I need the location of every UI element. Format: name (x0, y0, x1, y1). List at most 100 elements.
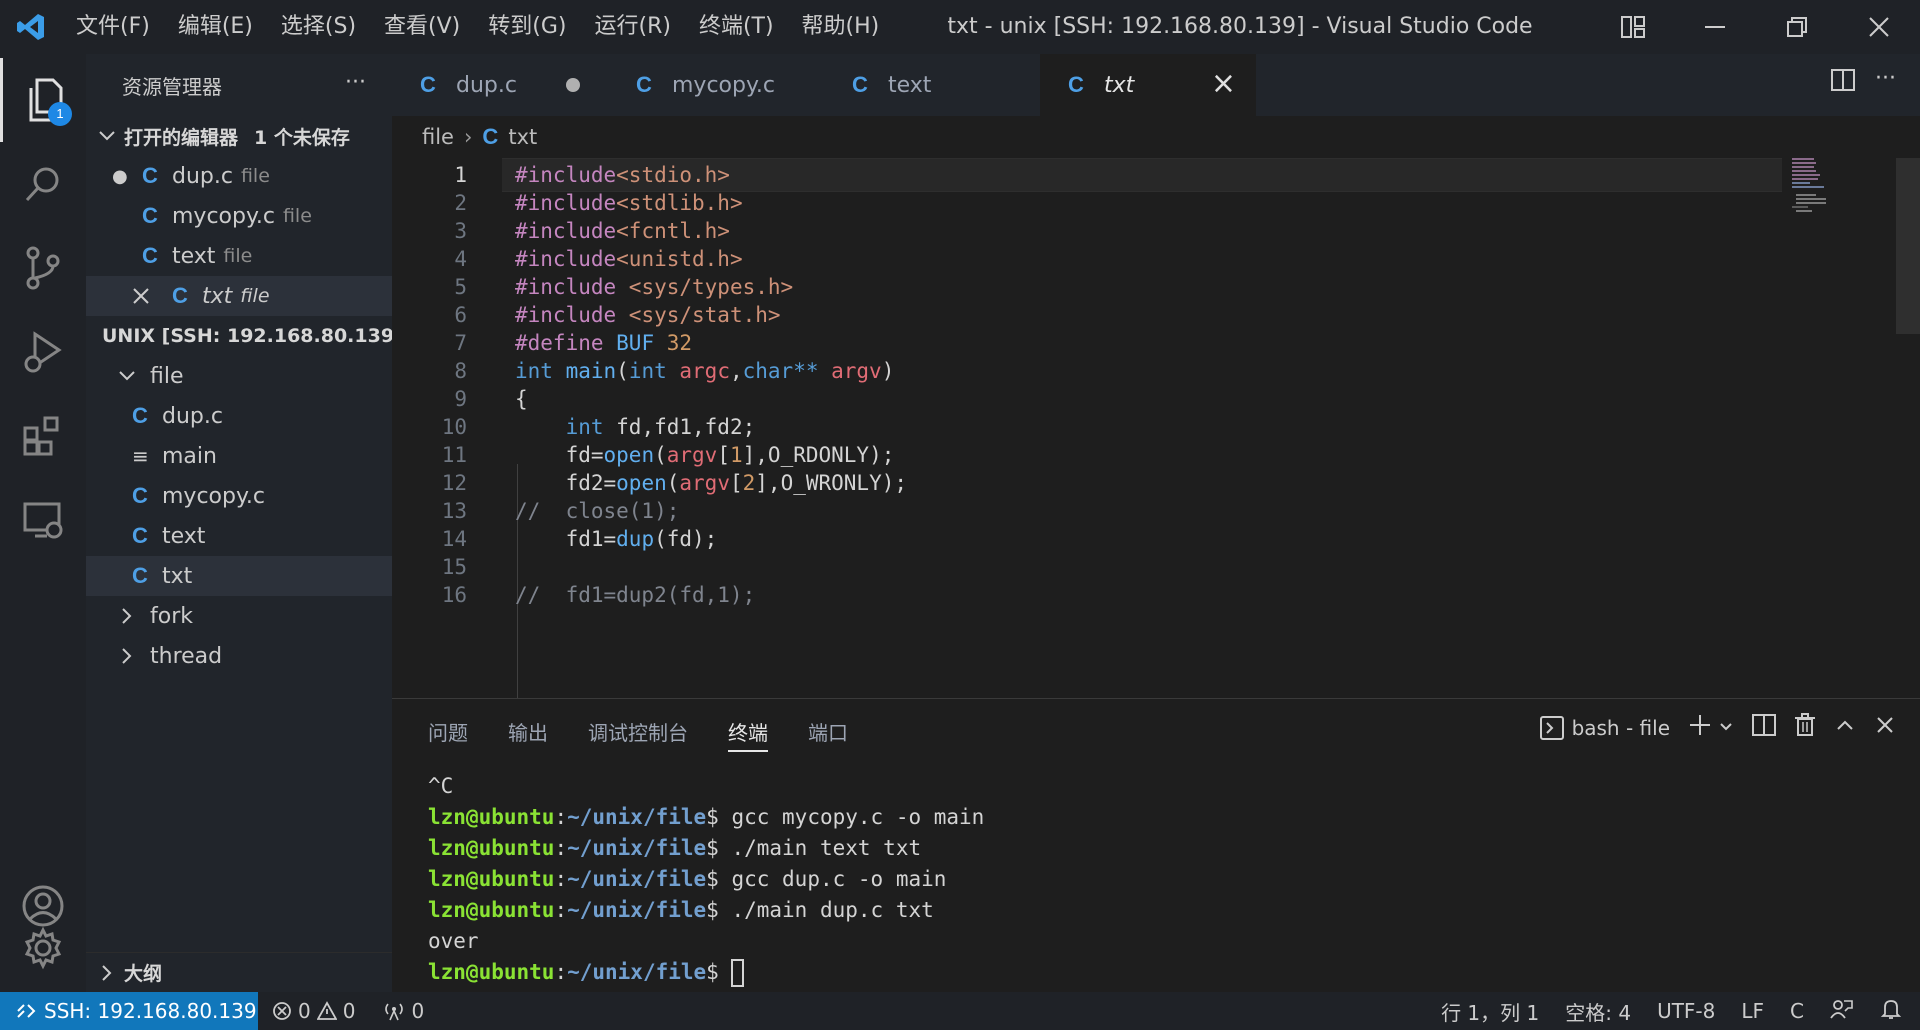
minimap[interactable] (1792, 158, 1828, 218)
terminal-name: bash - file (1571, 715, 1670, 740)
trash-icon[interactable] (1794, 713, 1816, 742)
line-number: 5 (454, 275, 467, 299)
file-item[interactable]: C text (86, 516, 392, 556)
menu-edit[interactable]: 编辑(E) (164, 0, 267, 54)
menu-view[interactable]: 查看(V) (370, 0, 474, 54)
close-tab-icon[interactable]: × (1211, 66, 1236, 101)
open-editors-section[interactable]: 打开的编辑器 1 个未保存 (86, 116, 392, 156)
breadcrumb-file[interactable]: txt (508, 125, 537, 149)
tab-txt[interactable]: C txt × (1040, 54, 1256, 116)
code-editor[interactable]: 1 #include<stdio.h> 2 #include<stdlib.h>… (392, 158, 1920, 698)
tab-debug-console[interactable]: 调试控制台 (588, 717, 688, 752)
layout-icon[interactable] (1592, 0, 1674, 54)
line-number: 3 (454, 219, 467, 243)
new-terminal-icon[interactable] (1688, 713, 1712, 742)
open-editor-item[interactable]: C mycopy.c file (86, 196, 392, 236)
menu-help[interactable]: 帮助(H) (788, 0, 894, 54)
menu-selection[interactable]: 选择(S) (267, 0, 370, 54)
restore-icon[interactable] (1756, 0, 1838, 54)
unsaved-dot-icon[interactable] (566, 78, 580, 92)
c-file-icon: C (132, 403, 148, 428)
file-name: dup.c (162, 403, 223, 429)
terminal-cursor (731, 959, 745, 987)
terminal-line: lzn@ubuntu:~/unix/file$ ./main dup.c txt (428, 898, 934, 922)
folder-item[interactable]: thread (86, 636, 392, 676)
c-file-icon: C (482, 124, 499, 149)
open-editor-name: mycopy.c (172, 203, 275, 229)
encoding[interactable]: UTF-8 (1657, 999, 1715, 1023)
close-panel-icon[interactable] (1874, 714, 1896, 741)
terminal-selector[interactable]: bash - file (1539, 715, 1670, 740)
tab-label: text (888, 72, 932, 98)
workspace-section[interactable]: UNIX [SSH: 192.168.80.139] (86, 316, 403, 356)
remote-explorer-icon[interactable] (0, 478, 86, 562)
editor-actions: ··· (1831, 68, 1896, 96)
open-editor-item[interactable]: C text file (86, 236, 392, 276)
tab-ports[interactable]: 端口 (808, 717, 848, 752)
close-icon[interactable] (132, 285, 172, 307)
terminal-output[interactable]: ^C lzn@ubuntu:~/unix/file$ gcc mycopy.c … (428, 771, 984, 988)
file-item-selected[interactable]: C txt (86, 556, 392, 596)
extensions-icon[interactable] (0, 394, 86, 478)
more-actions-icon[interactable]: ··· (345, 70, 366, 95)
line-number: 9 (454, 387, 467, 411)
source-control-icon[interactable] (0, 226, 86, 310)
tab-problems[interactable]: 问题 (428, 717, 468, 752)
menu-go[interactable]: 转到(G) (474, 0, 580, 54)
file-item[interactable]: ≡ main (86, 436, 392, 476)
settings-gear-icon[interactable] (0, 906, 86, 990)
activity-bar: 1 (0, 54, 86, 992)
open-editor-item-active[interactable]: C txt file (86, 276, 392, 316)
tab-label: txt (1104, 72, 1135, 98)
open-editor-name: text (172, 243, 216, 269)
open-editor-item[interactable]: ● C dup.c file (86, 156, 392, 196)
indentation[interactable]: 空格: 4 (1565, 997, 1631, 1026)
chevron-right-icon (122, 648, 132, 664)
search-icon[interactable] (0, 142, 86, 226)
explorer-icon[interactable]: 1 (0, 58, 86, 142)
minimize-icon[interactable] (1674, 0, 1756, 54)
run-debug-icon[interactable] (0, 310, 86, 394)
bell-icon[interactable] (1880, 998, 1902, 1025)
folder-item[interactable]: file (86, 356, 392, 396)
tab-output[interactable]: 输出 (508, 717, 548, 752)
explorer-sidebar: 资源管理器 ··· 打开的编辑器 1 个未保存 ● C dup.c file C… (86, 54, 403, 992)
split-editor-icon[interactable] (1831, 68, 1856, 96)
menu-run[interactable]: 运行(R) (580, 0, 684, 54)
folder-name: file (150, 363, 184, 389)
ports-indicator[interactable]: 0 (369, 999, 438, 1023)
split-terminal-icon[interactable] (1752, 713, 1776, 742)
ports-count: 0 (411, 999, 425, 1023)
c-file-icon: C (132, 483, 148, 508)
file-item[interactable]: C dup.c (86, 396, 392, 436)
window-controls (1592, 0, 1920, 54)
open-editor-desc: file (240, 165, 270, 187)
tab-dup-c[interactable]: C dup.c (392, 54, 608, 116)
problems-indicator[interactable]: 0 0 (258, 999, 369, 1023)
line-number: 4 (454, 247, 467, 271)
language-mode[interactable]: C (1790, 999, 1804, 1023)
status-right: 行 1，列 1 空格: 4 UTF-8 LF C (1441, 992, 1902, 1030)
line-number: 8 (454, 359, 467, 383)
end-of-line[interactable]: LF (1741, 999, 1764, 1023)
more-actions-icon[interactable]: ··· (1875, 68, 1896, 96)
feedback-icon[interactable] (1830, 998, 1854, 1025)
chevron-down-icon[interactable] (1718, 716, 1734, 740)
menu-file[interactable]: 文件(F) (62, 0, 164, 54)
tab-terminal[interactable]: 终端 (728, 717, 768, 752)
tab-text[interactable]: C text (824, 54, 1040, 116)
close-window-icon[interactable] (1838, 0, 1920, 54)
menu-terminal[interactable]: 终端(T) (685, 0, 788, 54)
outline-section[interactable]: 大纲 (86, 952, 392, 992)
remote-indicator[interactable]: SSH: 192.168.80.139 (0, 992, 258, 1030)
editor-scrollbar[interactable] (1896, 158, 1920, 334)
maximize-panel-icon[interactable] (1834, 714, 1856, 741)
tab-mycopy-c[interactable]: C mycopy.c (608, 54, 824, 116)
folder-item[interactable]: fork (86, 596, 392, 636)
breadcrumb-folder[interactable]: file (422, 125, 454, 149)
line-number: 10 (441, 415, 467, 439)
file-item[interactable]: C mycopy.c (86, 476, 392, 516)
chevron-right-icon (102, 964, 112, 981)
cursor-position[interactable]: 行 1，列 1 (1441, 997, 1539, 1026)
unsaved-dot-icon[interactable]: ● (112, 166, 142, 187)
